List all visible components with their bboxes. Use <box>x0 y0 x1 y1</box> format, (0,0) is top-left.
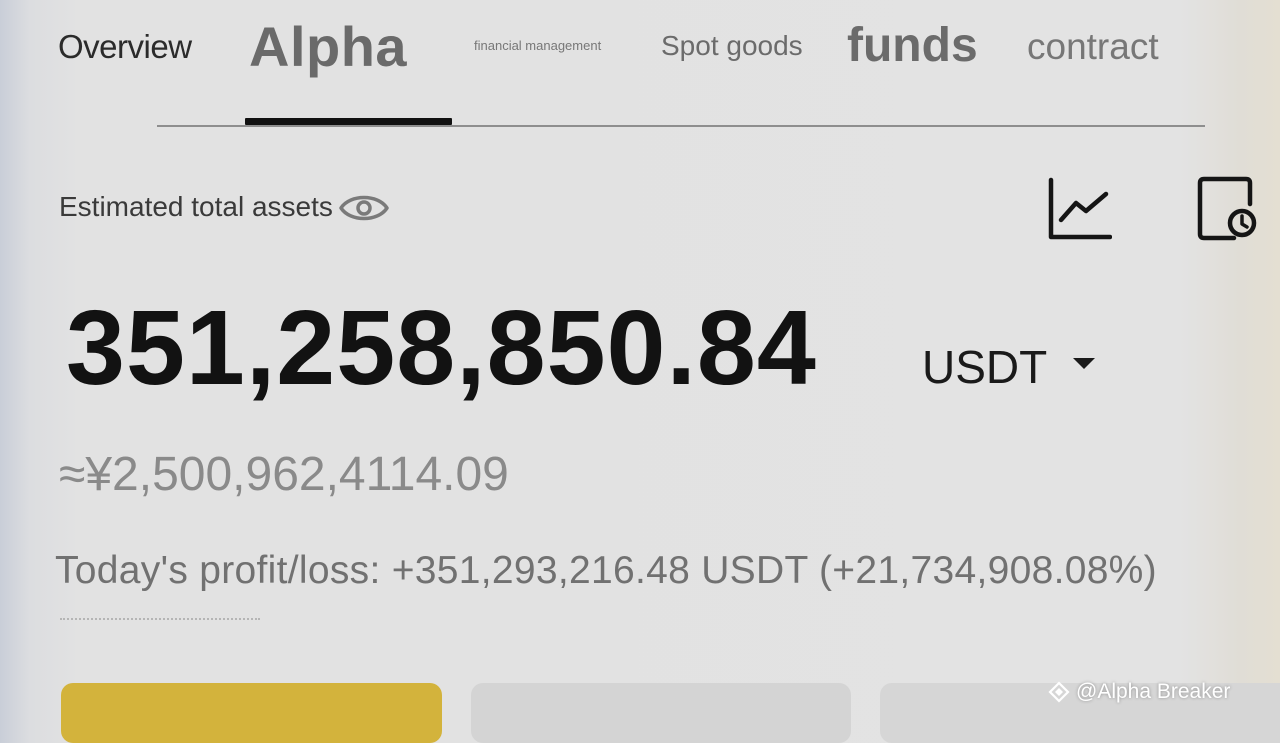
caret-down-icon <box>1073 357 1096 369</box>
currency-label: USDT <box>922 341 1048 393</box>
tab-spot-goods[interactable]: Spot goods <box>661 30 803 62</box>
tab-contract[interactable]: contract <box>1027 26 1159 68</box>
diamond-logo-icon <box>1048 681 1070 703</box>
document-clock-icon[interactable] <box>1196 176 1258 242</box>
cny-equivalent-value: ≈¥2,500,962,4114.09 <box>59 448 509 501</box>
currency-selector[interactable]: USDT <box>922 340 1096 394</box>
todays-profit-loss[interactable]: Today's profit/loss: +351,293,216.48 USD… <box>55 549 1157 593</box>
tab-alpha[interactable]: Alpha <box>249 14 407 79</box>
line-chart-icon[interactable] <box>1046 176 1113 242</box>
total-balance-value: 351,258,850.84 <box>66 289 817 407</box>
top-tab-bar: Overview Alpha financial management Spot… <box>0 0 1280 130</box>
primary-action-button[interactable] <box>61 683 442 743</box>
eye-icon[interactable] <box>338 190 390 226</box>
pnl-dotted-underline <box>60 618 260 620</box>
estimated-total-assets-label: Estimated total assets <box>59 191 333 222</box>
watermark-text: @Alpha Breaker <box>1076 680 1231 703</box>
tabs-divider <box>157 125 1205 127</box>
tab-funds[interactable]: funds <box>847 18 978 73</box>
tab-financial-management[interactable]: financial management <box>474 38 601 53</box>
tab-overview[interactable]: Overview <box>58 28 192 66</box>
active-tab-indicator <box>245 118 452 125</box>
watermark: @Alpha Breaker <box>1048 680 1230 704</box>
secondary-action-button[interactable] <box>471 683 851 743</box>
